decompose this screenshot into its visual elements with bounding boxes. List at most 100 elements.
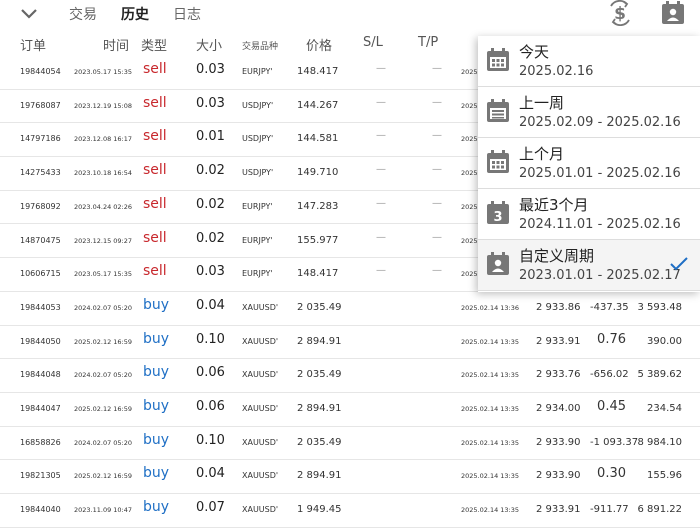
column-header-tp[interactable]: T/P [418,35,438,50]
cell-open-time: 2025.02.12 16:59 [74,405,133,413]
cell-order-id: 19844040 [20,505,61,515]
cell-profit: 5 389.62 [637,369,682,381]
cell-close-price: 2 933.91 [536,335,581,347]
period-dropdown: 今天 2025.02.16 上一周 2025.02.09 - 2025.02.16 上个… [478,36,700,292]
cell-take-profit: — [432,96,442,108]
cell-volume: 0.03 [196,62,225,77]
cell-stop-loss: — [376,96,386,108]
cell-profit: 390.00 [647,335,682,347]
cell-open-time: 2023.05.17 15:35 [74,270,133,279]
cell-close-time: 2025.02.14 13:36 [461,303,520,312]
cell-take-profit: — [432,265,442,277]
cell-stop-loss: — [376,231,386,243]
cell-open-price: 147.283 [297,200,339,212]
column-header-size[interactable]: 大小 [196,35,222,54]
period-option-label: 上一周 [519,94,565,112]
cell-profit: 6 891.22 [637,504,682,516]
cell-symbol: XAUUSD' [242,302,279,312]
cell-close-price: 2 933.90 [536,470,581,482]
cell-open-time: 2023.12.08 16:17 [74,135,133,144]
table-row[interactable]: 19844047 2025.02.12 16:59 buy 0.06 XAUUSD' 2 … [0,392,700,427]
cell-symbol: EURJPY' [242,235,273,245]
column-header-symbol[interactable]: 交易品种 [242,39,278,52]
cell-take-profit: — [432,197,442,209]
cell-order-id: 14870475 [20,235,61,245]
cell-symbol: XAUUSD' [242,437,279,447]
cell-swap: -911.77 [590,504,629,516]
column-header-type[interactable]: 类型 [141,35,167,54]
calendar-person-icon[interactable] [660,0,686,26]
cell-take-profit: — [432,231,442,243]
cell-volume: 0.03 [196,264,225,280]
cell-close-price: 2 933.91 [536,504,581,516]
svg-text:$: $ [614,4,626,24]
currency-exchange-icon[interactable]: $ [607,0,633,26]
cell-close-time: 2025.02.14 13:35 [461,472,520,481]
cell-type: sell [143,128,167,145]
cell-close-price: 2 933.76 [536,369,581,381]
tab-journal[interactable]: 日志 [173,4,201,24]
period-option[interactable]: 上个月 2025.01.01 - 2025.02.16 [478,138,700,189]
cell-stop-loss: — [376,63,386,74]
column-header-sl[interactable]: S/L [363,35,383,50]
table-row[interactable]: 19844053 2024.02.07 05:20 buy 0.04 XAUUSD' 2 … [0,291,700,326]
cell-swap: -437.35 [590,301,629,313]
cell-open-price: 148.417 [297,66,339,77]
cell-close-time: 2025.02.14 13:35 [461,506,520,515]
cell-open-price: 1 949.45 [297,504,342,516]
cell-open-time: 2023.05.17 15:35 [74,68,133,76]
table-row[interactable]: 19844048 2024.02.07 05:20 buy 0.06 XAUUSD' 2 … [0,358,700,393]
cell-open-time: 2024.02.07 05:20 [74,438,133,447]
cell-order-id: 19844054 [20,67,61,76]
cell-symbol: EURJPY' [242,269,273,279]
cell-type: sell [143,229,167,246]
cell-open-price: 2 035.49 [297,301,342,313]
table-row[interactable]: 16858826 2024.02.07 05:20 buy 0.10 XAUUSD' 2 … [0,426,700,461]
column-header-price[interactable]: 价格 [306,35,332,54]
calendar-week-icon [485,98,511,124]
cell-stop-loss: — [376,265,386,277]
cell-symbol: USDJPY' [242,134,274,144]
cell-volume: 0.06 [196,399,225,414]
table-row[interactable]: 19844050 2025.02.12 16:59 buy 0.10 XAUUSD' 2 … [0,325,700,360]
cell-swap: -1 093.37 [590,436,639,448]
cell-profit: 8 984.10 [637,436,682,448]
cell-open-price: 144.581 [297,133,339,145]
cell-open-price: 149.710 [297,167,339,179]
cell-symbol: XAUUSD' [242,505,279,515]
cell-stop-loss: — [376,164,386,176]
period-option[interactable]: 今天 2025.02.16 [478,36,700,87]
tab-trade[interactable]: 交易 [69,4,97,24]
cell-volume: 0.04 [196,297,225,313]
cell-order-id: 19768087 [20,100,61,110]
cell-open-time: 2023.04.24 02:26 [74,202,133,211]
cell-type: sell [143,195,167,212]
chevron-down-icon[interactable] [18,4,40,22]
cell-symbol: XAUUSD' [242,336,279,346]
period-option[interactable]: 自定义周期 2023.01.01 - 2025.02.17 [478,240,700,291]
cell-order-id: 19844048 [20,370,61,380]
cell-swap: -656.02 [590,369,629,381]
period-option[interactable]: 上一周 2025.02.09 - 2025.02.16 [478,87,700,138]
cell-symbol: XAUUSD' [242,370,279,380]
cell-profit: 3 593.48 [637,301,682,313]
cell-take-profit: — [432,130,442,142]
column-header-time[interactable]: 时间 [103,35,129,54]
cell-symbol: EURJPY' [242,201,273,211]
cell-order-id: 14797186 [20,134,61,144]
cell-open-time: 2023.10.18 16:54 [74,169,133,178]
tab-history[interactable]: 历史 [121,4,149,24]
cell-open-time: 2024.02.07 05:20 [74,303,133,312]
cell-type: buy [143,364,170,381]
period-option-label: 今天 [519,43,550,61]
period-option[interactable]: 3 最近3个月 2024.11.01 - 2025.02.16 [478,189,700,240]
cell-type: sell [143,162,167,179]
table-row[interactable]: 19844040 2023.11.09 10:47 buy 0.07 XAUUSD' 1 … [0,493,700,528]
cell-swap: 0.30 [597,466,626,482]
cell-open-price: 155.977 [297,234,339,246]
cell-type: buy [143,499,170,516]
cell-stop-loss: — [376,130,386,142]
cell-volume: 0.02 [196,163,225,179]
table-row[interactable]: 19821305 2025.02.12 16:59 buy 0.04 XAUUSD' 2 … [0,459,700,495]
column-header-order[interactable]: 订单 [20,35,46,54]
